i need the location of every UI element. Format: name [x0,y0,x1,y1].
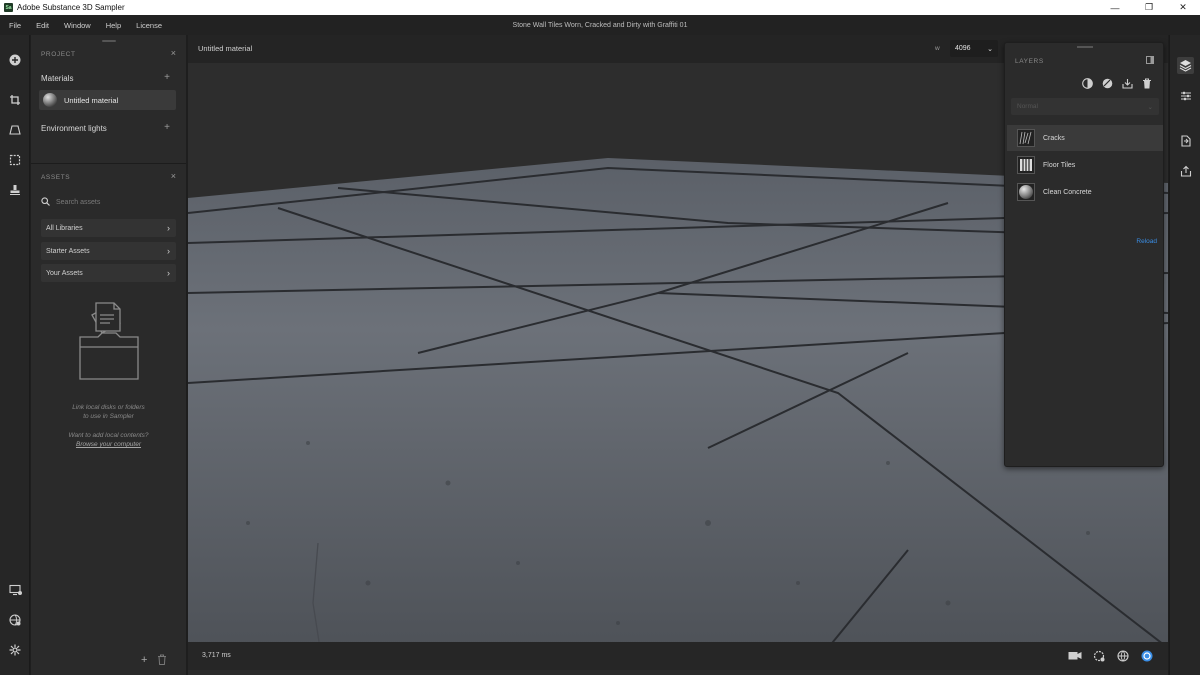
hint-use-in-sampler: to use in Sampler [83,413,134,420]
browse-computer-link[interactable]: Browse your computer [41,440,176,449]
window-controls: — ❐ ✕ [1098,0,1200,15]
display-settings-icon[interactable] [7,582,23,598]
material-item-label: Untitled material [64,95,119,105]
layer-actions [1081,77,1153,89]
resolution-label: w [935,45,940,52]
viewport-tools [1067,648,1154,663]
render-time: 3,717 ms [202,652,231,659]
app-logo-icon: Sa [4,3,13,12]
search-input[interactable]: Search assets [56,199,100,206]
cracks-thumb-icon [1017,129,1035,147]
environment-icon[interactable] [1115,648,1130,663]
hint-add-local: Want to add local contents? [68,432,149,439]
tiles-thumb-icon [1017,156,1035,174]
layer-floor-tiles[interactable]: Floor Tiles [1007,152,1163,178]
concrete-thumb-icon [1017,183,1035,201]
layer-label: Cracks [1043,134,1065,142]
close-window-button[interactable]: ✕ [1166,0,1200,15]
assets-search[interactable]: Search assets [41,194,176,210]
add-material-button[interactable]: + [164,72,170,83]
folder-documents-icon [74,293,144,383]
share-icon[interactable] [1177,162,1194,179]
properties-icon[interactable] [1177,87,1194,104]
mask-icon[interactable] [1081,77,1093,89]
library-label: All Libraries [46,224,83,232]
viewport-status-bar: 3,717 ms [188,642,1168,670]
right-toolbar [1169,35,1200,675]
material-sphere-icon [43,93,57,107]
environment-icon[interactable] [7,612,23,628]
library-label: Your Assets [46,269,83,277]
library-label: Starter Assets [46,247,90,255]
layer-label: Floor Tiles [1043,161,1076,169]
app-title: Adobe Substance 3D Sampler [17,3,125,12]
add-asset-button[interactable]: + [141,654,147,668]
assets-header: ASSETS [41,174,71,181]
layer-cracks[interactable]: Cracks [1007,125,1163,151]
chevron-down-icon: ⌄ [1147,103,1153,111]
lighting-icon[interactable] [1091,648,1106,663]
section-divider [31,163,186,164]
hint-link-disks: Link local disks or folders [72,404,145,411]
layers-header: LAYERS [1015,58,1044,65]
trash-icon[interactable] [1141,77,1153,89]
camera-icon[interactable] [1067,648,1082,663]
layers-panel: LAYERS Normal ⌄ Cracks Floor Tiles Clean… [1004,42,1164,467]
layers-icon[interactable] [1177,57,1194,74]
project-header: PROJECT [41,51,76,58]
fill-icon[interactable] [1101,77,1113,89]
materials-label: Materials [41,74,74,83]
chevron-right-icon: › [167,223,170,233]
chevron-right-icon: › [167,246,170,256]
add-environment-light-button[interactable]: + [164,122,170,133]
layer-label: Clean Concrete [1043,188,1092,196]
resolution-select[interactable]: 4096 ⌄ [950,40,998,57]
chevron-down-icon: ⌄ [987,45,993,53]
add-icon[interactable] [7,52,23,68]
title-bar: Sa Adobe Substance 3D Sampler — ❐ ✕ [0,0,1200,15]
menu-window[interactable]: Window [58,21,97,30]
crop-icon[interactable] [7,92,23,108]
library-starter-assets[interactable]: Starter Assets › [41,242,176,260]
material-item[interactable]: Untitled material [39,90,176,110]
panel-drag-handle[interactable] [1077,46,1093,48]
blend-mode-select[interactable]: Normal ⌄ [1011,98,1159,115]
project-panel: PROJECT × Materials + Untitled material … [31,35,186,675]
render-icon[interactable] [1139,648,1154,663]
search-icon [41,196,50,208]
reload-link[interactable]: Reload [1136,238,1157,245]
trash-icon[interactable] [157,654,167,668]
menu-bar: Stone Wall Tiles Worn, Cracked and Dirty… [0,15,1200,35]
viewport-material-name: Untitled material [198,44,253,53]
document-title: Stone Wall Tiles Worn, Cracked and Dirty… [512,21,688,29]
perspective-icon[interactable] [7,122,23,138]
stamp-icon[interactable] [7,182,23,198]
chevron-right-icon: › [167,268,170,278]
panel-drag-handle[interactable] [101,40,116,42]
library-your-assets[interactable]: Your Assets › [41,264,176,282]
settings-icon[interactable] [7,642,23,658]
select-area-icon[interactable] [7,152,23,168]
close-assets-button[interactable]: × [171,171,176,181]
menu-file[interactable]: File [3,21,27,30]
environment-lights-label: Environment lights [41,124,107,133]
library-all-libraries[interactable]: All Libraries › [41,219,176,237]
left-toolbar [0,35,30,675]
minimize-button[interactable]: — [1098,0,1132,15]
resolution-value: 4096 [955,45,971,52]
export-icon[interactable] [1121,77,1133,89]
maximize-button[interactable]: ❐ [1132,0,1166,15]
menu-edit[interactable]: Edit [30,21,55,30]
menu-help[interactable]: Help [100,21,127,30]
export-doc-icon[interactable] [1177,132,1194,149]
layer-clean-concrete[interactable]: Clean Concrete [1007,179,1163,205]
asset-actions: + [141,654,167,668]
blend-mode-value: Normal [1017,103,1038,110]
close-project-button[interactable]: × [171,48,176,58]
collapse-panel-icon[interactable] [1146,56,1154,66]
menu-license[interactable]: License [130,21,168,30]
